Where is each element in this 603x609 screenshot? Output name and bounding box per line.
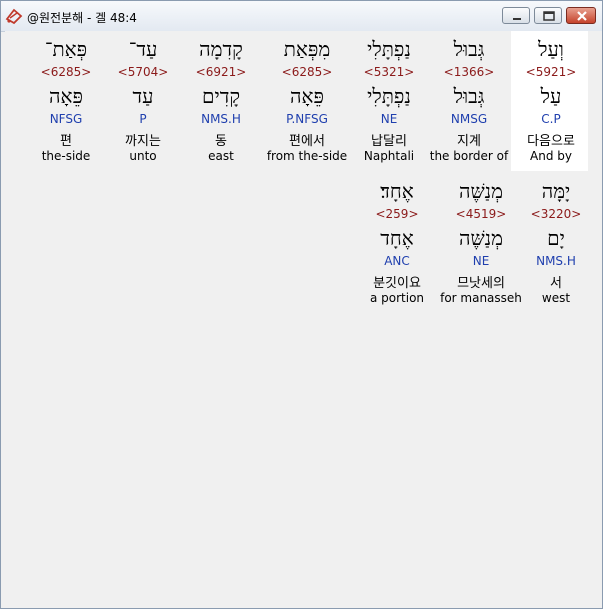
- morphology-code: P: [139, 112, 147, 126]
- morphology-code: NE: [380, 112, 398, 126]
- morphology-code: NMS.H: [536, 254, 576, 268]
- lemma: פֵּאָה: [290, 84, 324, 108]
- korean-gloss: 분깃이요: [373, 276, 421, 291]
- lemma: עַל: [540, 84, 562, 108]
- english-gloss: east: [208, 149, 234, 163]
- korean-gloss: 다음으로: [527, 134, 575, 149]
- morphology-code: NFSG: [49, 112, 83, 126]
- close-icon: [577, 11, 587, 21]
- english-gloss: a portion: [369, 291, 425, 305]
- hebrew-word: נַפְתָּלִי: [367, 37, 411, 61]
- lemma: אֶחָד: [380, 226, 414, 250]
- hebrew-word: גְּבוּל: [453, 37, 485, 61]
- korean-gloss: 편: [60, 134, 72, 149]
- strong-number: <5704>: [117, 65, 169, 79]
- word-cell-10[interactable]: אֶחָד׃ <259> אֶחָד ANC 분깃이요 a portion: [357, 173, 437, 313]
- morphology-code: P.NFSG: [286, 112, 328, 126]
- word-cell-4[interactable]: מִפְּאַת <6285> פֵּאָה P.NFSG 편에서 from t…: [267, 31, 347, 171]
- lemma: פֵּאָה: [49, 84, 83, 108]
- analysis-pane: וְעַל <5921> עַל C.P 다음으로 And by גְּבוּל…: [5, 31, 591, 606]
- english-gloss: for manasseh: [440, 291, 522, 305]
- strong-number: <4519>: [455, 207, 507, 221]
- hebrew-word: מְנַשֶּׁה: [458, 179, 504, 203]
- strong-number: <5321>: [363, 65, 415, 79]
- strong-number: <5921>: [525, 65, 577, 79]
- morphology-code: C.P: [541, 112, 561, 126]
- morphology-code: NE: [472, 254, 490, 268]
- word-cell-9[interactable]: מְנַשֶּׁה <4519> מְנַשֶּׁה NE 므낫세의 for m…: [440, 173, 522, 313]
- word-cell-7[interactable]: פְּאַת־ <6285> פֵּאָה NFSG 편 the-side: [26, 31, 106, 171]
- korean-gloss: 서: [550, 276, 562, 291]
- minimize-button[interactable]: [502, 7, 530, 24]
- window-title: @원전분해 - 겔 48:4: [27, 11, 137, 25]
- lemma: נַפְתָּלִי: [367, 84, 411, 108]
- vertical-scrollbar[interactable]: [588, 31, 602, 606]
- lemma: עַד: [132, 84, 154, 108]
- hebrew-word: עַד־: [128, 37, 158, 61]
- hebrew-word: פְּאַת־: [44, 37, 88, 61]
- strong-number: <6285>: [281, 65, 333, 79]
- app-icon: [5, 7, 23, 25]
- korean-gloss: 지계: [457, 134, 481, 149]
- english-gloss: from the-side: [266, 149, 348, 163]
- hebrew-word: וְעַל: [538, 37, 564, 61]
- korean-gloss: 까지는: [125, 134, 161, 149]
- strong-number: <1366>: [443, 65, 495, 79]
- maximize-icon: [543, 11, 555, 21]
- hebrew-word: אֶחָד׃: [380, 179, 414, 203]
- morphology-code: ANC: [384, 254, 410, 268]
- word-cell-5[interactable]: קָדִמָה <6921> קָדִים NMS.H 동 east: [181, 31, 261, 171]
- word-cell-3[interactable]: נַפְתָּלִי <5321> נַפְתָּלִי NE 납달리 Naph…: [349, 31, 429, 171]
- lemma: מְנַשֶּׁה: [458, 226, 504, 250]
- minimize-icon: [513, 18, 521, 20]
- word-cell-2[interactable]: גְּבוּל <1366> גְּבוּל NMSG 지계 the borde…: [429, 31, 509, 171]
- morphology-code: NMS.H: [201, 112, 241, 126]
- word-cell-1[interactable]: וְעַל <5921> עַל C.P 다음으로 And by: [511, 31, 591, 171]
- word-cell-8[interactable]: יָמָּה <3220> יָם NMS.H 서 west: [516, 173, 596, 313]
- app-window: @원전분해 - 겔 48:4 וְעַל <5921> עַל C.P 다음으로…: [0, 0, 603, 609]
- english-gloss: the border of: [429, 149, 509, 163]
- hebrew-word: יָמָּה: [541, 179, 571, 203]
- korean-gloss: 동: [215, 134, 227, 149]
- close-button[interactable]: [566, 7, 596, 24]
- strong-number: <259>: [375, 207, 419, 221]
- word-cell-6[interactable]: עַד־ <5704> עַד P 까지는 unto: [103, 31, 183, 171]
- hebrew-word: מִפְּאַת: [283, 37, 331, 61]
- hebrew-word: קָדִמָה: [199, 37, 243, 61]
- maximize-button[interactable]: [534, 7, 562, 24]
- korean-gloss: 납달리: [371, 134, 407, 149]
- lemma: גְּבוּל: [453, 84, 485, 108]
- title-bar[interactable]: @원전분해 - 겔 48:4: [1, 1, 602, 32]
- strong-number: <6285>: [40, 65, 92, 79]
- english-gloss: west: [541, 291, 571, 305]
- morphology-code: NMSG: [450, 112, 488, 126]
- korean-gloss: 므낫세의: [457, 276, 505, 291]
- lemma: יָם: [547, 226, 565, 250]
- english-gloss: Naphtali: [363, 149, 415, 163]
- lemma: קָדִים: [201, 84, 241, 108]
- english-gloss: the-side: [41, 149, 91, 163]
- english-gloss: And by: [530, 149, 572, 163]
- english-gloss: unto: [129, 149, 157, 163]
- korean-gloss: 편에서: [289, 134, 325, 149]
- strong-number: <3220>: [530, 207, 582, 221]
- strong-number: <6921>: [195, 65, 247, 79]
